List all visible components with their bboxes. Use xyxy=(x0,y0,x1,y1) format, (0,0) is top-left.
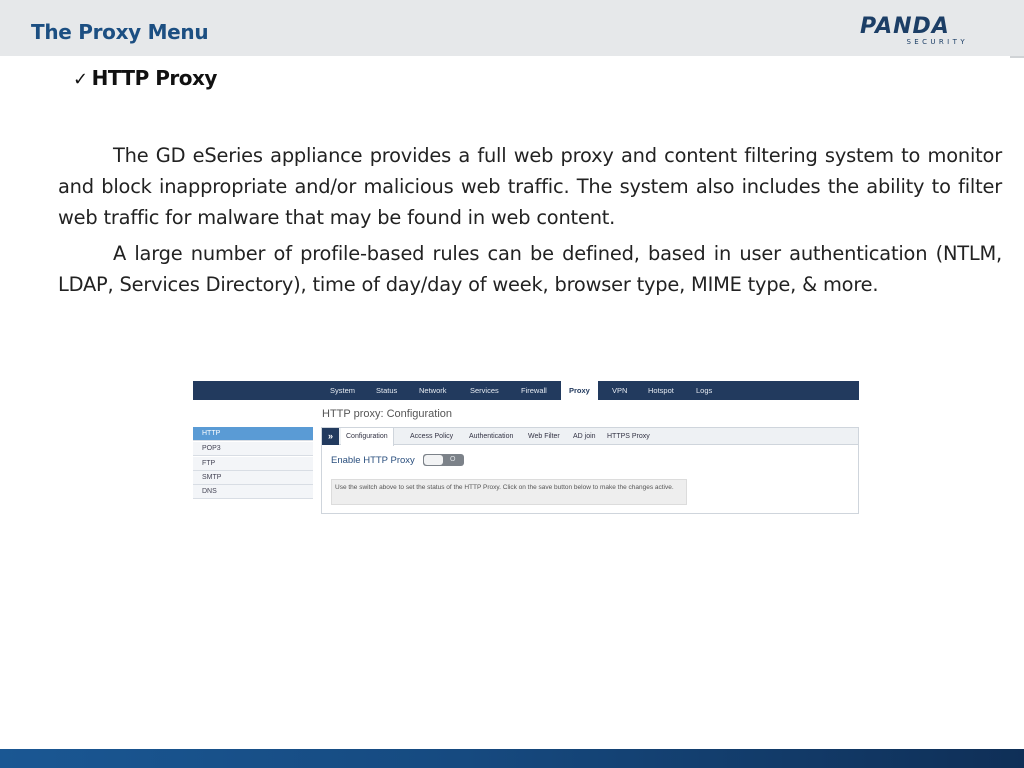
checkmark-icon: ✓ xyxy=(73,69,88,90)
nav-item-vpn[interactable]: VPN xyxy=(612,381,627,400)
toggle-knob xyxy=(424,455,443,465)
tab-authentication[interactable]: Authentication xyxy=(469,428,513,445)
nav-item-proxy[interactable]: Proxy xyxy=(561,381,598,401)
sidebar-item-dns[interactable]: DNS xyxy=(193,485,313,499)
footer-bar xyxy=(0,749,1024,768)
slide-header: The Proxy Menu PANDA SECURITY xyxy=(0,0,1024,56)
section-heading: ✓ HTTP Proxy xyxy=(73,66,217,90)
nav-item-status[interactable]: Status xyxy=(376,381,397,400)
help-note: Use the switch above to set the status o… xyxy=(331,479,687,505)
logo-tagline: SECURITY xyxy=(906,38,968,46)
enable-http-proxy-label: Enable HTTP Proxy xyxy=(331,455,415,466)
nav-item-system[interactable]: System xyxy=(330,381,355,400)
nav-item-services[interactable]: Services xyxy=(470,381,499,400)
tab-web-filter[interactable]: Web Filter xyxy=(528,428,560,445)
sidebar-item-smtp[interactable]: SMTP xyxy=(193,471,313,485)
expand-arrow-icon[interactable]: » xyxy=(322,428,339,445)
proxy-config-screenshot: System Status Network Services Firewall … xyxy=(193,381,859,515)
header-divider xyxy=(1010,56,1024,58)
page-heading: HTTP proxy: Configuration xyxy=(322,408,453,420)
toggle-off-mark: O xyxy=(450,456,456,463)
tab-bar: » Configuration Access Policy Authentica… xyxy=(322,428,858,446)
enable-http-proxy-toggle[interactable]: O xyxy=(423,454,464,466)
tab-ad-join[interactable]: AD join xyxy=(573,428,596,445)
paragraph-2: A large number of profile-based rules ca… xyxy=(58,242,1002,296)
paragraph-1: The GD eSeries appliance provides a full… xyxy=(58,144,1002,229)
tab-access-policy[interactable]: Access Policy xyxy=(410,428,453,445)
nav-item-hotspot[interactable]: Hotspot xyxy=(648,381,674,400)
nav-item-network[interactable]: Network xyxy=(419,381,447,400)
sidebar-item-ftp[interactable]: FTP xyxy=(193,457,313,471)
section-heading-label: HTTP Proxy xyxy=(91,66,218,90)
panda-logo: PANDA SECURITY xyxy=(860,14,972,47)
sidebar-item-pop3[interactable]: POP3 xyxy=(193,442,313,456)
top-nav-bar: System Status Network Services Firewall … xyxy=(193,381,859,401)
body-text: The GD eSeries appliance provides a full… xyxy=(58,140,1002,305)
nav-item-firewall[interactable]: Firewall xyxy=(521,381,547,400)
tab-configuration[interactable]: Configuration xyxy=(341,428,394,446)
slide-title: The Proxy Menu xyxy=(31,20,209,44)
logo-wordmark: PANDA xyxy=(860,14,950,39)
tab-https-proxy[interactable]: HTTPS Proxy xyxy=(607,428,650,445)
sidebar-item-http[interactable]: HTTP xyxy=(193,427,313,441)
config-panel: » Configuration Access Policy Authentica… xyxy=(321,427,859,514)
nav-item-logs[interactable]: Logs xyxy=(696,381,712,400)
